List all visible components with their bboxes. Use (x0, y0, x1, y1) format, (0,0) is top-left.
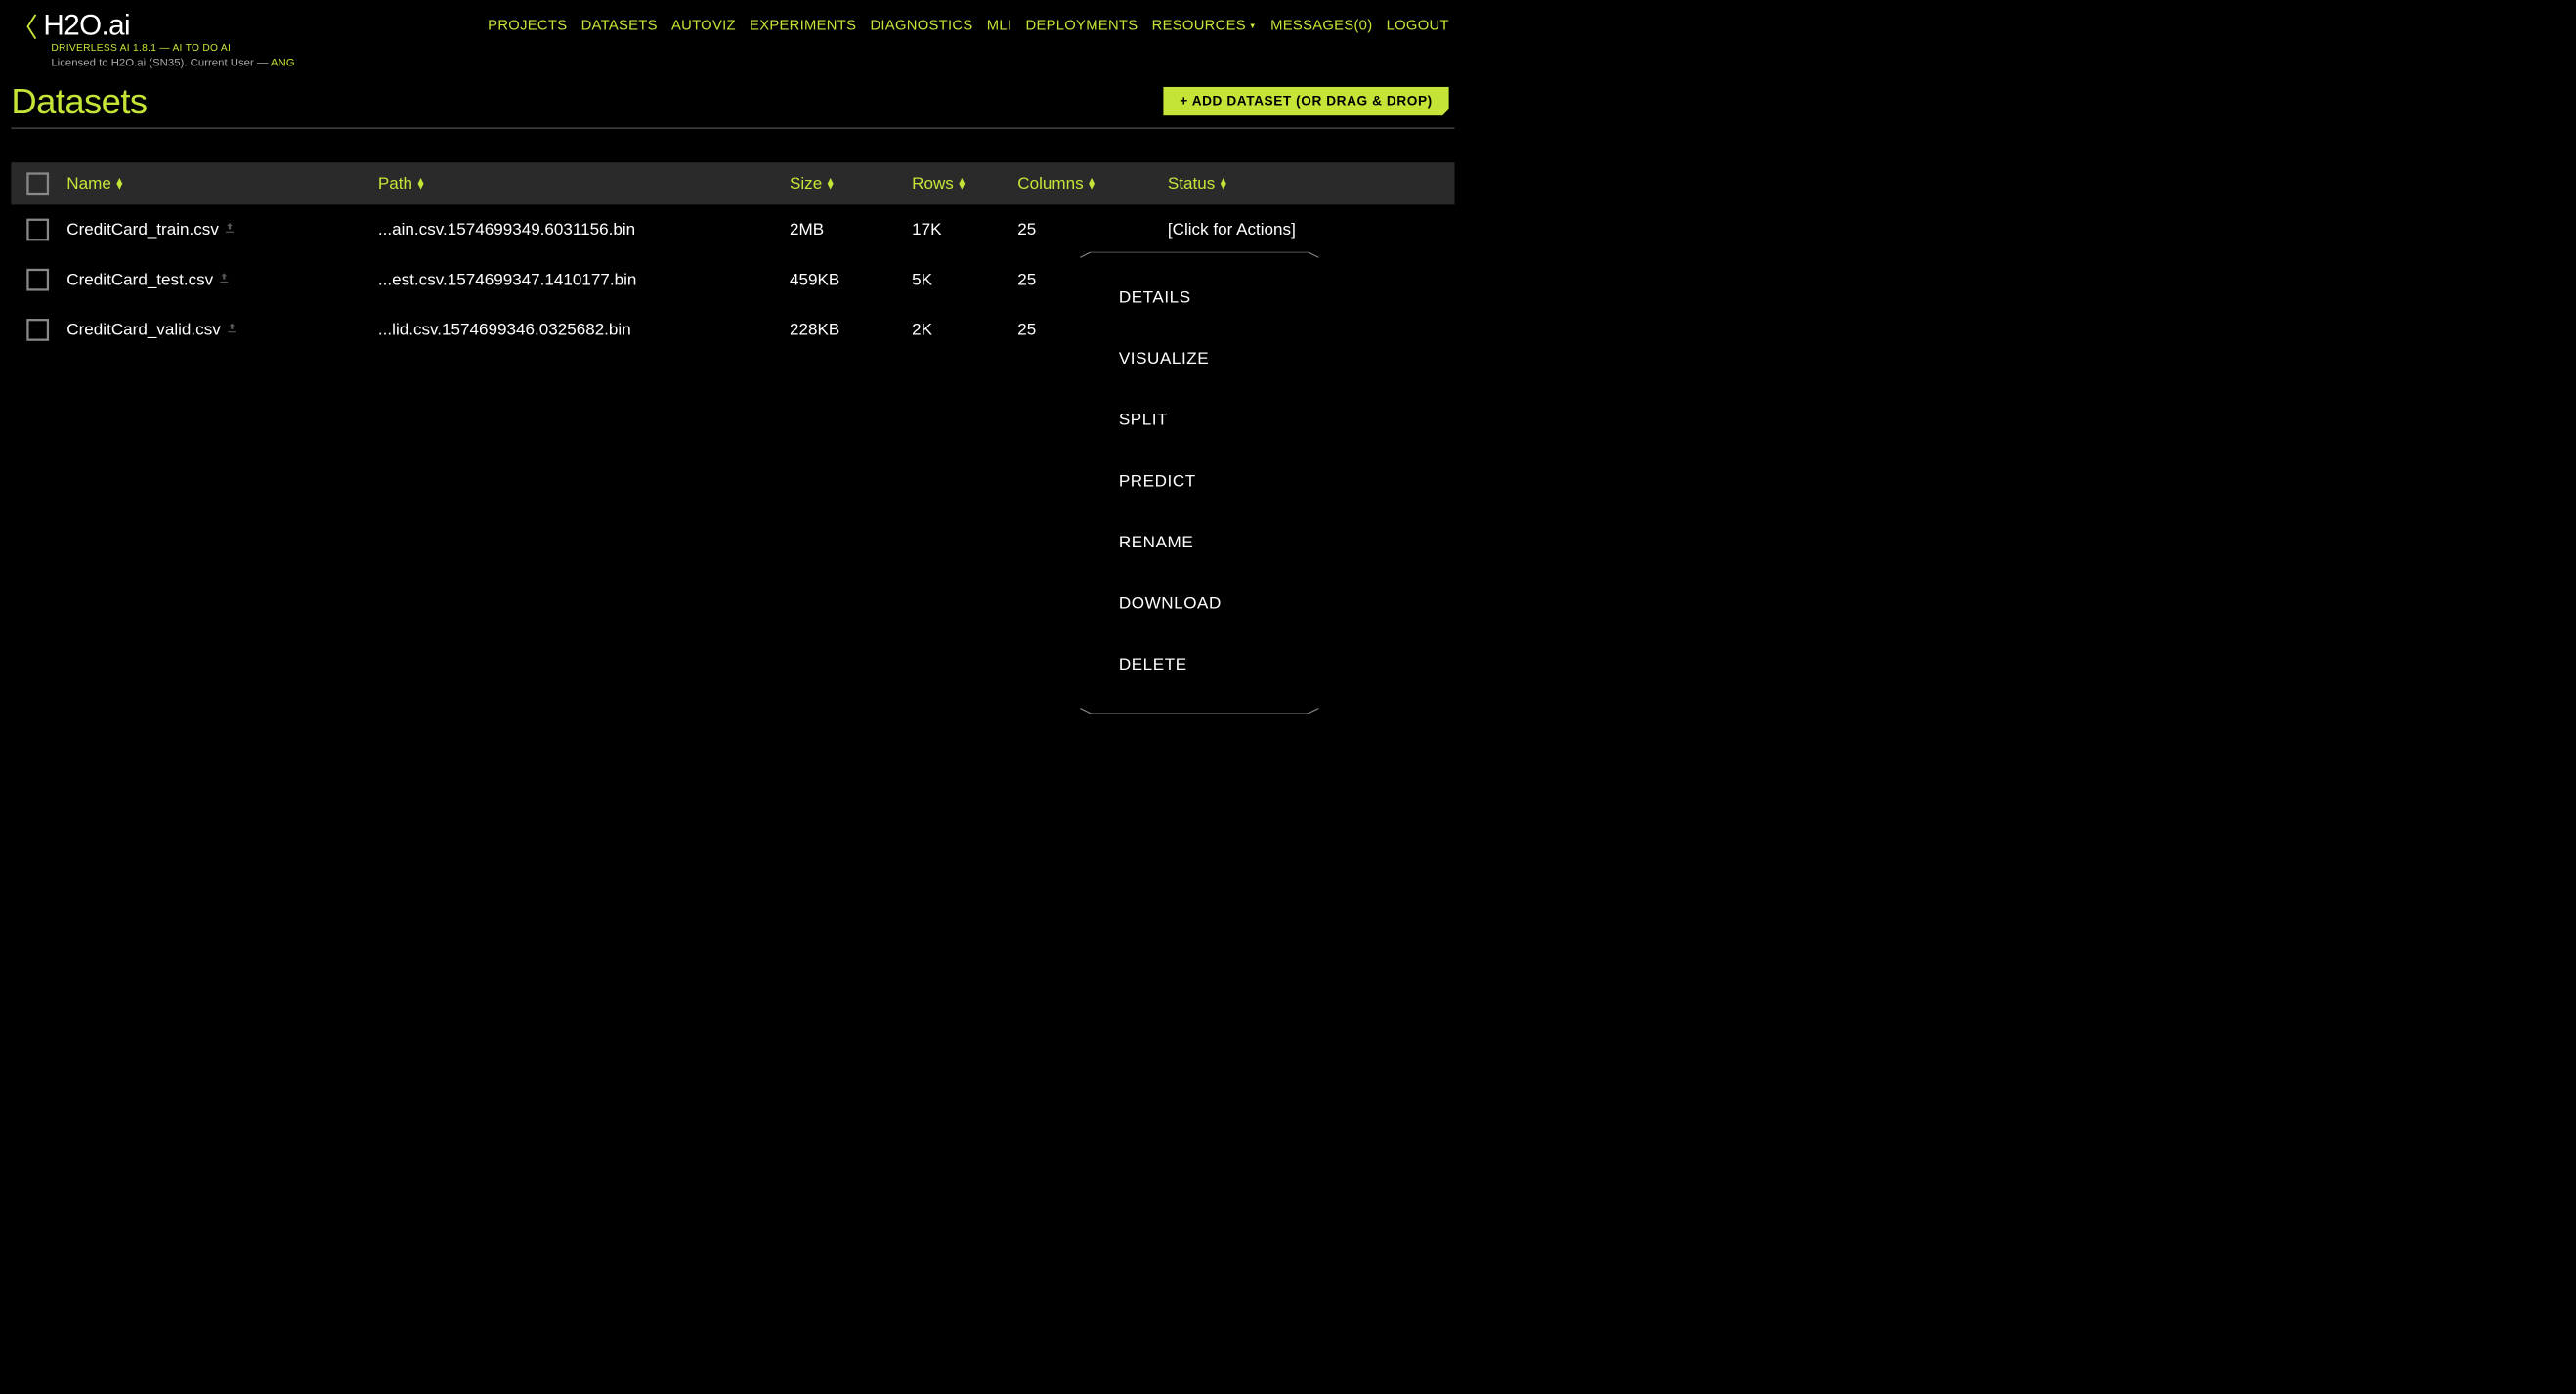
tagline: DRIVERLESS AI 1.8.1 — AI TO DO AI (51, 42, 294, 54)
upload-icon (225, 322, 238, 338)
table-header-row: Name ▲▼ Path ▲▼ Size ▲▼ Rows ▲▼ Columns … (11, 162, 1454, 204)
size-cell: 459KB (790, 271, 912, 289)
columns-cell: 25 (1017, 220, 1168, 239)
column-header-name[interactable]: Name ▲▼ (66, 174, 378, 193)
name-cell: CreditCard_test.csv (66, 271, 378, 289)
column-header-rows[interactable]: Rows ▲▼ (912, 174, 1017, 193)
menu-item-predict[interactable]: PREDICT (1080, 451, 1319, 512)
nav-diagnostics[interactable]: DIAGNOSTICS (870, 17, 972, 34)
menu-item-visualize[interactable]: VISUALIZE (1080, 328, 1319, 390)
upload-icon (223, 221, 236, 238)
table-row[interactable]: CreditCard_train.csv ...ain.csv.15746993… (11, 204, 1454, 254)
menu-item-split[interactable]: SPLIT (1080, 389, 1319, 451)
main-nav: PROJECTS DATASETS AUTOVIZ EXPERIMENTS DI… (488, 6, 1449, 34)
sort-icon: ▲▼ (826, 178, 836, 189)
rows-cell: 17K (912, 220, 1017, 239)
name-cell: CreditCard_train.csv (66, 220, 378, 239)
column-header-columns[interactable]: Columns ▲▼ (1017, 174, 1168, 193)
license-line: Licensed to H2O.ai (SN35). Current User … (51, 57, 294, 69)
row-checkbox[interactable] (26, 319, 49, 341)
sort-icon: ▲▼ (1087, 178, 1096, 189)
current-user[interactable]: ANG (271, 57, 295, 69)
path-cell: ...lid.csv.1574699346.0325682.bin (378, 321, 790, 339)
nav-resources[interactable]: RESOURCES ▼ (1152, 17, 1257, 34)
row-checkbox[interactable] (26, 219, 49, 241)
menu-item-download[interactable]: DOWNLOAD (1080, 573, 1319, 634)
divider (11, 127, 1454, 129)
status-cell[interactable]: [Click for Actions] (1168, 220, 1455, 239)
column-header-size[interactable]: Size ▲▼ (790, 174, 912, 193)
back-chevron-icon[interactable]: 〈 (11, 6, 37, 45)
menu-item-details[interactable]: DETAILS (1080, 267, 1319, 328)
path-cell: ...est.csv.1574699347.1410177.bin (378, 271, 790, 289)
page-title: Datasets (11, 81, 147, 122)
size-cell: 2MB (790, 220, 912, 239)
column-header-path[interactable]: Path ▲▼ (378, 174, 790, 193)
rows-cell: 5K (912, 271, 1017, 289)
row-checkbox[interactable] (26, 269, 49, 291)
select-all-checkbox[interactable] (26, 172, 49, 195)
nav-mli[interactable]: MLI (987, 17, 1012, 34)
sort-icon: ▲▼ (1219, 178, 1228, 189)
menu-item-rename[interactable]: RENAME (1080, 511, 1319, 573)
add-dataset-button[interactable]: + ADD DATASET (OR DRAG & DROP) (1163, 87, 1449, 116)
nav-deployments[interactable]: DEPLOYMENTS (1025, 17, 1138, 34)
logo[interactable]: H2O.ai (43, 9, 130, 42)
nav-messages[interactable]: MESSAGES(0) (1270, 17, 1372, 34)
upload-icon (218, 272, 232, 288)
sort-icon: ▲▼ (957, 178, 966, 189)
nav-datasets[interactable]: DATASETS (581, 17, 658, 34)
sort-icon: ▲▼ (114, 178, 124, 189)
size-cell: 228KB (790, 321, 912, 339)
sort-icon: ▲▼ (415, 178, 425, 189)
nav-experiments[interactable]: EXPERIMENTS (750, 17, 856, 34)
nav-projects[interactable]: PROJECTS (488, 17, 567, 34)
name-cell: CreditCard_valid.csv (66, 321, 378, 339)
nav-autoviz[interactable]: AUTOVIZ (671, 17, 736, 34)
path-cell: ...ain.csv.1574699349.6031156.bin (378, 220, 790, 239)
dropdown-arrow-icon: ▼ (1249, 21, 1257, 29)
column-header-status[interactable]: Status ▲▼ (1168, 174, 1455, 193)
rows-cell: 2K (912, 321, 1017, 339)
nav-logout[interactable]: LOGOUT (1387, 17, 1449, 34)
context-menu: DETAILS VISUALIZE SPLIT PREDICT RENAME D… (1080, 250, 1319, 712)
menu-item-delete[interactable]: DELETE (1080, 634, 1319, 696)
